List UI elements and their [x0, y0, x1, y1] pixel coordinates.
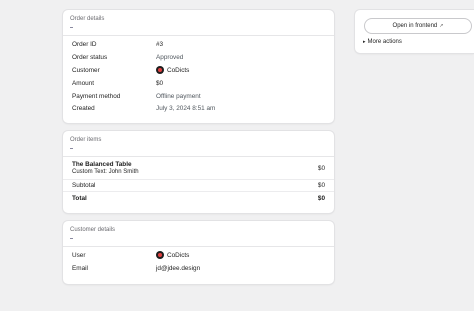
more-actions-toggle[interactable]: ▸ More actions	[363, 39, 402, 45]
more-actions-label: More actions	[367, 39, 402, 45]
email-row: Email jd@jdee.design	[72, 265, 325, 275]
avatar	[156, 251, 164, 259]
customer-row: Customer CoDicts	[72, 66, 325, 77]
amount-label: Amount	[72, 80, 95, 87]
payment-method-label: Payment method	[72, 93, 121, 100]
order-status-value: Approved	[156, 54, 184, 61]
total-row: Total $0	[72, 195, 325, 205]
external-link-icon: ↗	[439, 23, 444, 29]
user-name[interactable]: CoDicts	[167, 252, 189, 259]
avatar	[156, 66, 164, 74]
order-id-label: Order ID	[72, 41, 97, 48]
open-in-frontend-button[interactable]: Open in frontend ↗	[364, 18, 472, 34]
user-value[interactable]: CoDicts	[156, 251, 189, 259]
order-status-row: Order status Approved	[72, 54, 325, 64]
header-dash	[70, 148, 73, 149]
customer-details-title: Customer details	[70, 227, 116, 233]
user-label: User	[72, 252, 86, 259]
total-label: Total	[72, 195, 87, 202]
amount-value: $0	[156, 80, 164, 87]
created-label: Created	[72, 105, 95, 112]
divider	[63, 179, 334, 180]
order-id-value: #3	[156, 41, 164, 48]
customer-details-header: Customer details	[63, 221, 334, 247]
order-status-label: Order status	[72, 54, 108, 61]
email-label: Email	[72, 265, 88, 272]
user-row: User CoDicts	[72, 251, 325, 262]
customer-value[interactable]: CoDicts	[156, 66, 189, 74]
subtotal-label: Subtotal	[72, 182, 96, 189]
customer-details-card: Customer details User CoDicts Email jd@j…	[63, 221, 334, 284]
item-name: The Balanced Table	[72, 161, 132, 168]
divider	[63, 191, 334, 192]
payment-method-value: Offline payment	[156, 93, 201, 100]
customer-label: Customer	[72, 67, 100, 74]
header-dash	[70, 27, 73, 28]
order-items-header: Order items	[63, 131, 334, 157]
email-value[interactable]: jd@jdee.design	[156, 265, 200, 272]
subtotal-value: $0	[317, 182, 325, 189]
item-custom-row: Custom Text: John Smith	[72, 169, 325, 179]
order-items-card: Order items The Balanced Table $0 Custom…	[63, 131, 334, 213]
order-items-title: Order items	[70, 137, 102, 143]
header-dash	[70, 238, 73, 239]
order-details-title: Order details	[70, 16, 105, 22]
chevron-right-icon: ▸	[363, 39, 366, 45]
item-custom-text: Custom Text: John Smith	[72, 169, 139, 175]
customer-name[interactable]: CoDicts	[167, 67, 189, 74]
order-id-row: Order ID #3	[72, 41, 325, 51]
amount-row: Amount $0	[72, 80, 325, 90]
order-details-card: Order details Order ID #3 Order status A…	[63, 10, 334, 123]
created-value: July 3, 2024 8:51 am	[156, 105, 216, 112]
payment-method-row: Payment method Offline payment	[72, 93, 325, 103]
created-row: Created July 3, 2024 8:51 am	[72, 105, 325, 115]
open-in-frontend-label: Open in frontend	[392, 23, 438, 29]
order-details-header: Order details	[63, 10, 334, 36]
total-value: $0	[317, 195, 325, 202]
